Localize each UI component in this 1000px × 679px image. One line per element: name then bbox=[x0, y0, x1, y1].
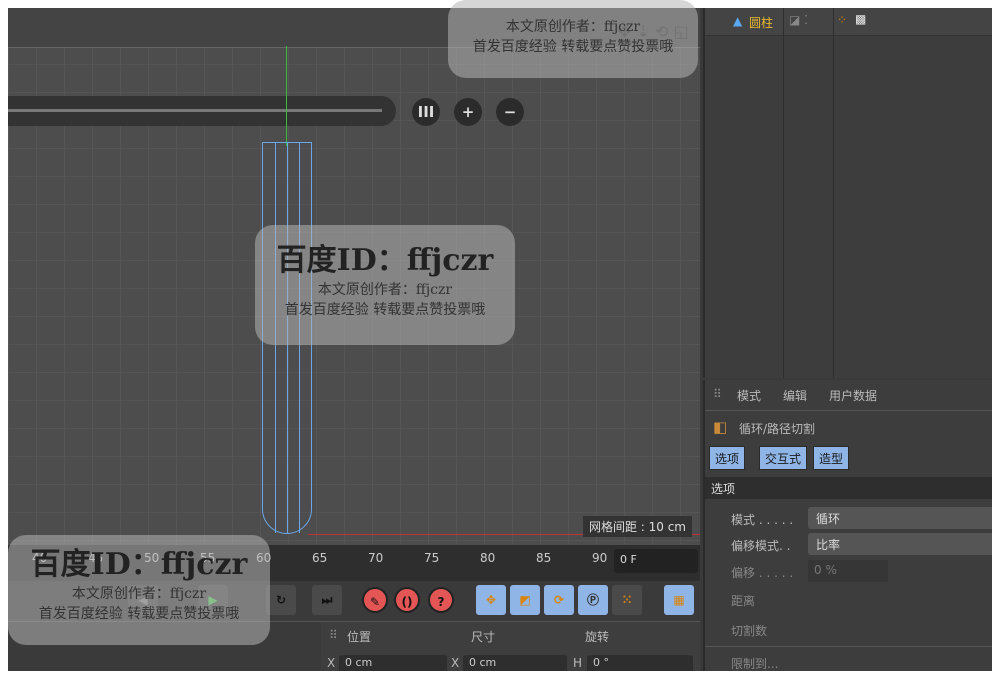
watermark: 百度ID：ffjczr 本文原创作者：ffjczr 首发百度经验 转载要点赞投票… bbox=[8, 535, 270, 645]
watermark: 本文原创作者：ffjczr 首发百度经验 转载要点赞投票哦 bbox=[448, 0, 698, 78]
zoom-slider[interactable] bbox=[8, 96, 396, 126]
plus-button[interactable]: + bbox=[454, 98, 482, 126]
object-manager: ▲ 圆柱 ◪ ⁚ ⁘ ▩ bbox=[703, 8, 992, 378]
watermark: 百度ID：ffjczr 本文原创作者：ffjczr 首发百度经验 转载要点赞投票… bbox=[255, 225, 515, 345]
tab-modeling[interactable]: 造型 bbox=[813, 446, 850, 470]
material-icon[interactable]: ▩ bbox=[855, 12, 866, 26]
size-x-field[interactable]: 0 cm bbox=[463, 655, 567, 671]
tick: 90 bbox=[592, 551, 608, 565]
auto-key-icon[interactable]: () bbox=[394, 587, 420, 613]
grip-icon: ⠿ bbox=[329, 628, 338, 642]
record-key-icon[interactable]: ✎ bbox=[362, 587, 388, 613]
pause-icon[interactable]: III bbox=[412, 98, 440, 126]
distance-label: 距离 bbox=[731, 594, 756, 608]
watermark-id: 百度ID：ffjczr bbox=[30, 547, 248, 582]
minus-button[interactable]: − bbox=[496, 98, 524, 126]
mode-select[interactable]: 循环 bbox=[808, 507, 992, 529]
watermark-author: 本文原创作者：ffjczr bbox=[317, 282, 453, 298]
loop-cut-icon: ◧ bbox=[713, 418, 728, 436]
goto-end-icon[interactable]: ⏭ bbox=[312, 585, 342, 615]
offset-label: 偏移 . . . . . bbox=[731, 566, 794, 580]
watermark-id: 百度ID：ffjczr bbox=[276, 243, 494, 278]
axis-label: X bbox=[451, 656, 460, 670]
watermark-note: 首发百度经验 转载要点赞投票哦 bbox=[284, 302, 486, 318]
grip-icon: ⠿ bbox=[713, 387, 722, 401]
watermark-author: 本文原创作者：ffjczr bbox=[505, 19, 641, 35]
tick: 65 bbox=[312, 551, 328, 565]
offset-mode-select[interactable]: 比率 bbox=[808, 533, 992, 555]
film-icon[interactable]: ▦ bbox=[664, 585, 694, 615]
scale-icon[interactable]: ◩ bbox=[510, 585, 540, 615]
object-name[interactable]: 圆柱 bbox=[749, 14, 773, 31]
menu-mode[interactable]: 模式 bbox=[737, 387, 761, 404]
grid-spacing-label: 网格间距 : 10 cm bbox=[582, 516, 692, 537]
rotation-header: 旋转 bbox=[585, 630, 610, 644]
cuts-label: 切割数 bbox=[731, 624, 768, 638]
y-axis-handle[interactable] bbox=[286, 46, 287, 146]
offset-field[interactable]: 0 % bbox=[808, 560, 888, 582]
visibility-icon[interactable]: ◪ ⁚ bbox=[789, 13, 808, 27]
mode-label: 模式 . . . . . bbox=[731, 513, 794, 527]
dots-icon[interactable]: ⁙ bbox=[612, 585, 642, 615]
move-icon[interactable]: ✥ bbox=[476, 585, 506, 615]
section-header: 选项 bbox=[705, 477, 992, 499]
watermark-author: 本文原创作者：ffjczr bbox=[71, 586, 207, 602]
watermark-note: 首发百度经验 转载要点赞投票哦 bbox=[472, 39, 674, 55]
tick: 80 bbox=[480, 551, 496, 565]
tick: 85 bbox=[536, 551, 552, 565]
rotate-icon[interactable]: ⟳ bbox=[544, 585, 574, 615]
axis-label: H bbox=[573, 656, 583, 670]
coordinates-panel: ⠿ 位置 尺寸 旋转 X 0 cm X 0 cm H 0 ° bbox=[321, 621, 700, 671]
tick: 75 bbox=[424, 551, 440, 565]
position-header: 位置 bbox=[347, 630, 372, 644]
watermark-note: 首发百度经验 转载要点赞投票哦 bbox=[38, 606, 240, 622]
menu-userdata[interactable]: 用户数据 bbox=[829, 387, 877, 404]
loop-icon[interactable]: ↻ bbox=[266, 585, 296, 615]
menu-edit[interactable]: 编辑 bbox=[783, 387, 807, 404]
cylinder-icon: ▲ bbox=[733, 14, 743, 28]
offset-mode-label: 偏移模式. . bbox=[731, 539, 791, 553]
tool-name: 循环/路径切割 bbox=[739, 422, 816, 436]
size-header: 尺寸 bbox=[471, 630, 496, 644]
tab-interactive[interactable]: 交互式 bbox=[759, 446, 808, 470]
current-frame-field[interactable]: 0 F bbox=[614, 549, 698, 573]
tick: 70 bbox=[368, 551, 384, 565]
tab-options[interactable]: 选项 bbox=[709, 446, 746, 470]
tag-icon[interactable]: ⁘ bbox=[837, 13, 847, 27]
help-key-icon[interactable]: ? bbox=[428, 587, 454, 613]
attribute-manager: ⠿ 模式 编辑 用户数据 ◧ 循环/路径切割 选项 交互式 造型 选项 模式 .… bbox=[703, 380, 992, 671]
param-icon[interactable]: Ⓟ bbox=[578, 585, 608, 615]
rotation-h-field[interactable]: 0 ° bbox=[587, 655, 693, 671]
limit-label: 限制到... bbox=[731, 657, 779, 671]
axis-label: X bbox=[327, 656, 336, 670]
position-x-field[interactable]: 0 cm bbox=[339, 655, 447, 671]
